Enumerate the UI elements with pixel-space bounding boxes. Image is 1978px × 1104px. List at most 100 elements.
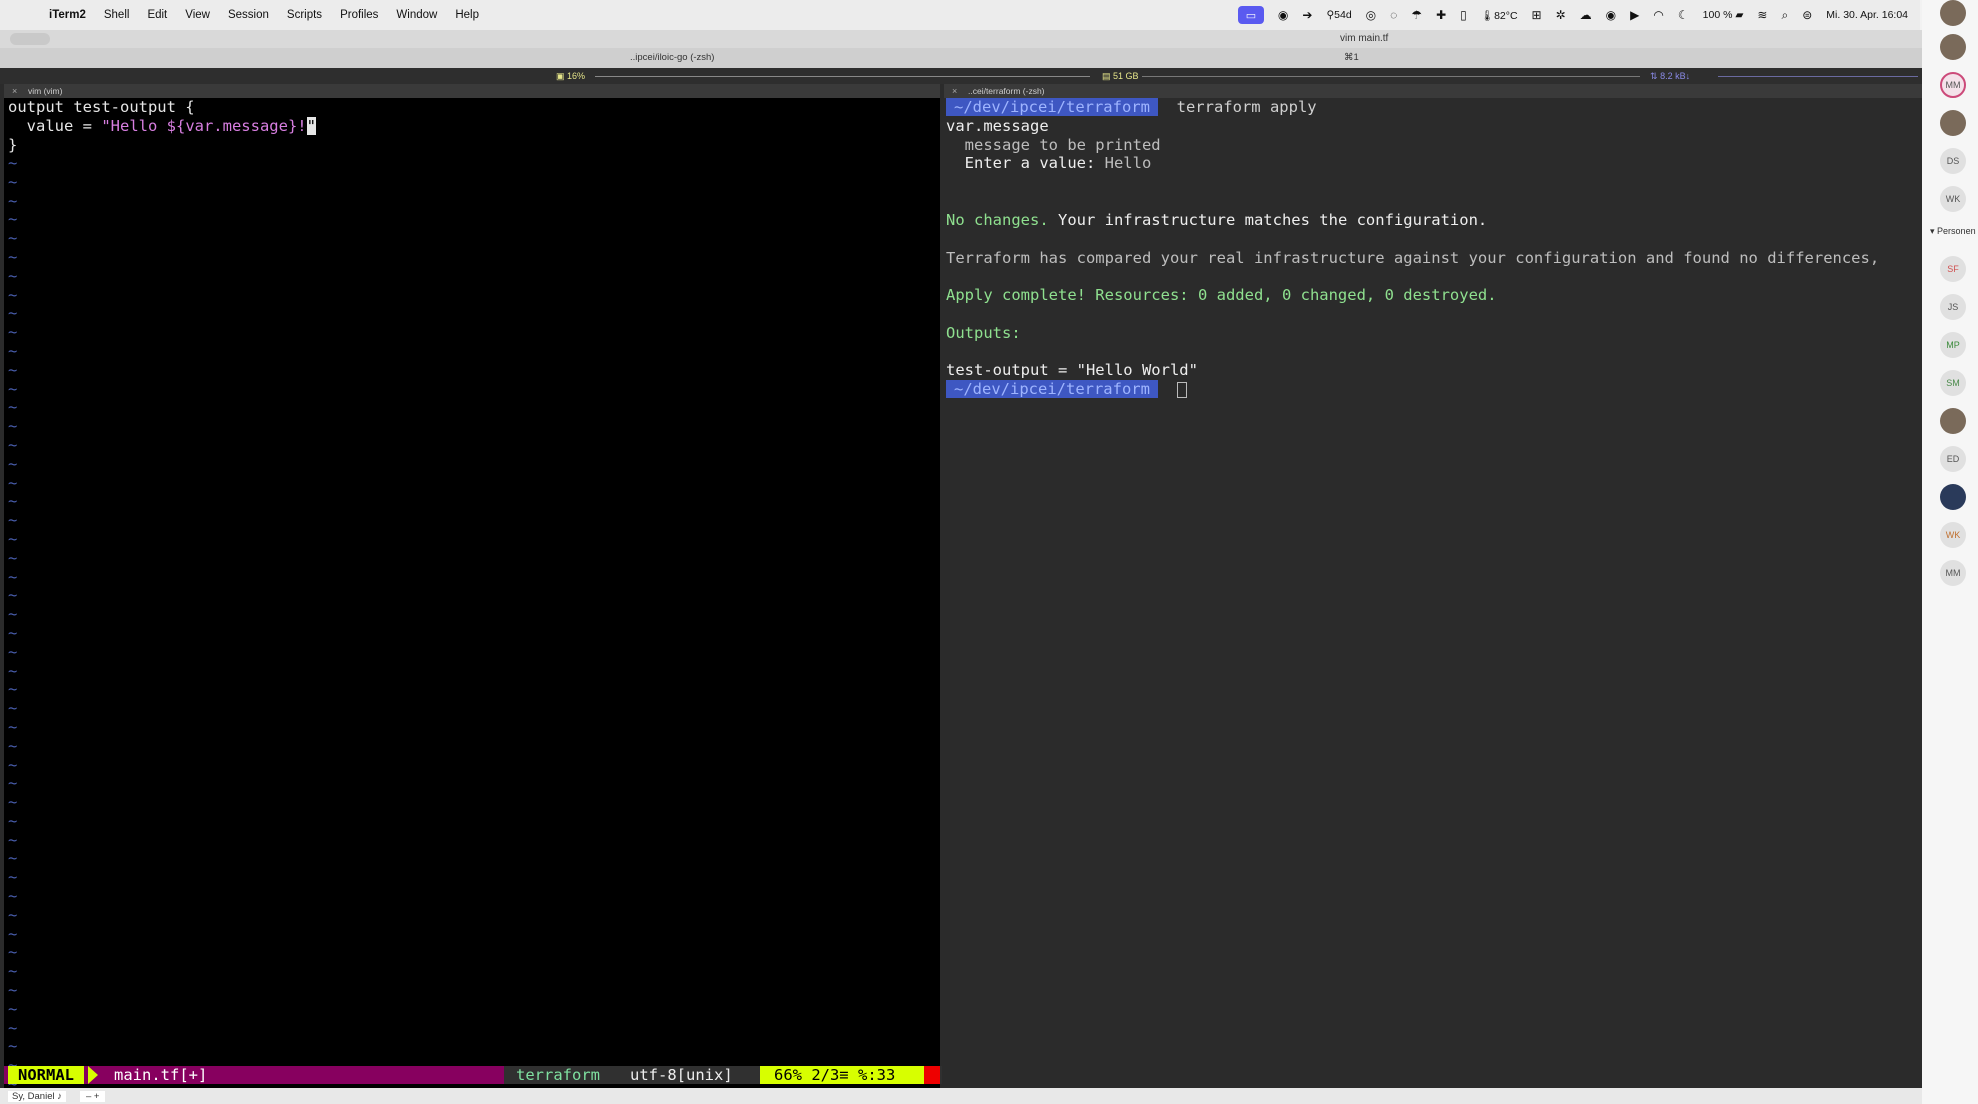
cpu-icon: ▣ — [556, 71, 565, 81]
avatar[interactable] — [1940, 484, 1966, 510]
tab-bar: ..ipcei/iloic-go (-zsh) ⌘1 — [0, 48, 1922, 68]
avatar[interactable] — [1940, 408, 1966, 434]
user-label[interactable]: Sy, Daniel ♪ — [8, 1090, 66, 1102]
control-center-icon[interactable]: ⊜ — [1802, 8, 1812, 22]
no-changes-line: No changes. Your infrastructure matches … — [946, 211, 1487, 230]
gear-icon[interactable]: ✲ — [1556, 8, 1566, 22]
uptime-indicator[interactable]: ⚲54d — [1326, 9, 1351, 21]
screen-share-icon[interactable]: ▭ — [1237, 6, 1264, 24]
avatar[interactable]: SM — [1940, 370, 1966, 396]
avatar[interactable]: MM — [1940, 560, 1966, 586]
command: terraform apply — [1176, 98, 1317, 116]
network-graph — [1718, 76, 1918, 77]
vim-filetype: terraform — [516, 1066, 600, 1084]
prompt-path: ~/dev/ipcei/terraform — [946, 98, 1158, 116]
memory-usage: ▤ 51 GB — [1102, 71, 1139, 81]
var-name: var.message — [946, 116, 1049, 135]
right-pane-title: ..cei/terraform (-zsh) — [968, 86, 1045, 96]
plus-icon[interactable]: ✚ — [1436, 8, 1446, 22]
chevron-down-icon: ▾ — [1930, 226, 1935, 236]
prompt-path: ~/dev/ipcei/terraform — [946, 380, 1158, 399]
person-icon: ⚲ — [1326, 9, 1335, 21]
window-controls[interactable] — [10, 33, 50, 45]
temperature-indicator[interactable]: 🌡82°C — [1481, 9, 1518, 22]
battery-indicator[interactable]: 100 % ▰ — [1703, 9, 1744, 21]
menu-edit[interactable]: Edit — [138, 0, 176, 30]
powerline-arrow — [88, 1066, 98, 1084]
bottom-status-bar: Sy, Daniel ♪ – + — [0, 1088, 1922, 1104]
output-value: test-output = "Hello World" — [946, 361, 1198, 380]
menu-shell[interactable]: Shell — [95, 0, 139, 30]
tab-shortcut[interactable]: ⌘1 — [1344, 52, 1359, 63]
search-icon[interactable]: ⌕ — [1781, 8, 1788, 23]
close-icon[interactable]: × — [952, 86, 957, 96]
vim-buffer[interactable]: output test-output { value = "Hello ${va… — [8, 98, 316, 154]
avatar[interactable]: JS — [1940, 294, 1966, 320]
vim-position: 66% 2/3≡ %:33 — [760, 1066, 930, 1084]
left-pane-header[interactable]: × vim (vim) — [4, 84, 940, 98]
headphones-icon[interactable]: ◠ — [1653, 8, 1663, 22]
thermometer-icon: 🌡 — [1480, 9, 1495, 22]
avatar[interactable]: WK — [1940, 522, 1966, 548]
avatar[interactable] — [1940, 34, 1966, 60]
wifi-icon[interactable]: ≋ — [1757, 8, 1767, 22]
play-icon[interactable]: ▶ — [1630, 8, 1639, 22]
tab-iloic-go[interactable]: ..ipcei/iloic-go (-zsh) — [630, 52, 714, 63]
close-icon[interactable]: × — [12, 86, 17, 96]
vim-encoding: utf-8[unix] — [630, 1066, 733, 1084]
apply-complete-text: Apply complete! Resources: 0 added, 0 ch… — [946, 286, 1497, 305]
avatar[interactable]: MP — [1940, 332, 1966, 358]
value-prompt-input: Hello — [1104, 154, 1152, 173]
avatar[interactable] — [1940, 0, 1966, 26]
menu-session[interactable]: Session — [219, 0, 278, 30]
terminal-cursor — [1176, 381, 1187, 398]
network-usage: ⇅ 8.2 kB↓ — [1650, 71, 1691, 81]
arrow-icon[interactable]: ➔ — [1302, 8, 1312, 22]
vim-pane[interactable]: output test-output { value = "Hello ${va… — [4, 98, 940, 1093]
value-prompt-line: Enter a value: Hello — [946, 154, 1152, 173]
umbrella-icon[interactable]: ☂ — [1411, 8, 1422, 22]
zoom-controls[interactable]: – + — [79, 1090, 106, 1102]
menu-window[interactable]: Window — [387, 0, 446, 30]
cloud-icon[interactable]: ☁ — [1580, 8, 1592, 22]
code-line-2: value = "Hello ${var.message}!" — [8, 116, 316, 135]
record-icon[interactable]: ◎ — [1366, 8, 1376, 22]
app-menu: iTerm2 Shell Edit View Session Scripts P… — [40, 0, 488, 30]
moon-icon[interactable]: ☾ — [1678, 8, 1689, 22]
right-pane-header[interactable]: × ..cei/terraform (-zsh) — [944, 84, 1922, 98]
prompt-line-1: ~/dev/ipcei/terraform terraform apply — [946, 98, 1317, 117]
avatar[interactable]: WK — [1940, 186, 1966, 212]
menu-profiles[interactable]: Profiles — [331, 0, 387, 30]
vim-cursor: " — [306, 116, 316, 135]
target-icon[interactable]: ◉ — [1606, 8, 1616, 22]
memory-graph — [1142, 76, 1640, 77]
clock[interactable]: Mi. 30. Apr. 16:04 — [1826, 9, 1908, 21]
outputs-label: Outputs: — [946, 323, 1021, 342]
prompt-line-2: ~/dev/ipcei/terraform — [946, 380, 1187, 399]
code-line-1: output test-output { — [8, 98, 195, 116]
avatar[interactable]: ED — [1940, 446, 1966, 472]
menu-scripts[interactable]: Scripts — [278, 0, 331, 30]
menu-view[interactable]: View — [176, 0, 219, 30]
terminal-pane[interactable]: ~/dev/ipcei/terraform terraform apply va… — [944, 98, 1922, 1088]
avatar[interactable]: MM — [1940, 72, 1966, 98]
statusline-warning-cap — [924, 1066, 940, 1084]
code-line-3: } — [8, 135, 18, 154]
no-changes-text: Your infrastructure matches the configur… — [1048, 211, 1488, 229]
teams-icon[interactable]: ◉ — [1278, 8, 1288, 22]
window-titlebar[interactable]: vim main.tf — [0, 30, 1922, 48]
iterm-status-bar: ▣ 16% ▤ 51 GB ⇅ 8.2 kB↓ — [0, 68, 1922, 84]
avatar[interactable] — [1940, 110, 1966, 136]
battery-small-icon[interactable]: ▯ — [1460, 8, 1467, 22]
vim-filename: main.tf[+] — [114, 1066, 208, 1084]
group-label[interactable]: ▾ Personen — [1930, 226, 1976, 237]
contacts-sidebar: MM DS WK ▾ Personen SF JS MP SM ED WK MM — [1922, 0, 1978, 1104]
mic-icon: ♪ — [57, 1090, 62, 1102]
avatar[interactable]: DS — [1940, 148, 1966, 174]
avatar[interactable]: SF — [1940, 256, 1966, 282]
cpu-icon[interactable]: ⊞ — [1532, 8, 1542, 22]
menu-iterm2[interactable]: iTerm2 — [40, 0, 95, 30]
battery-icon: ▰ — [1735, 9, 1744, 21]
circle-icon[interactable]: ◌ — [1390, 8, 1397, 22]
menu-help[interactable]: Help — [446, 0, 488, 30]
